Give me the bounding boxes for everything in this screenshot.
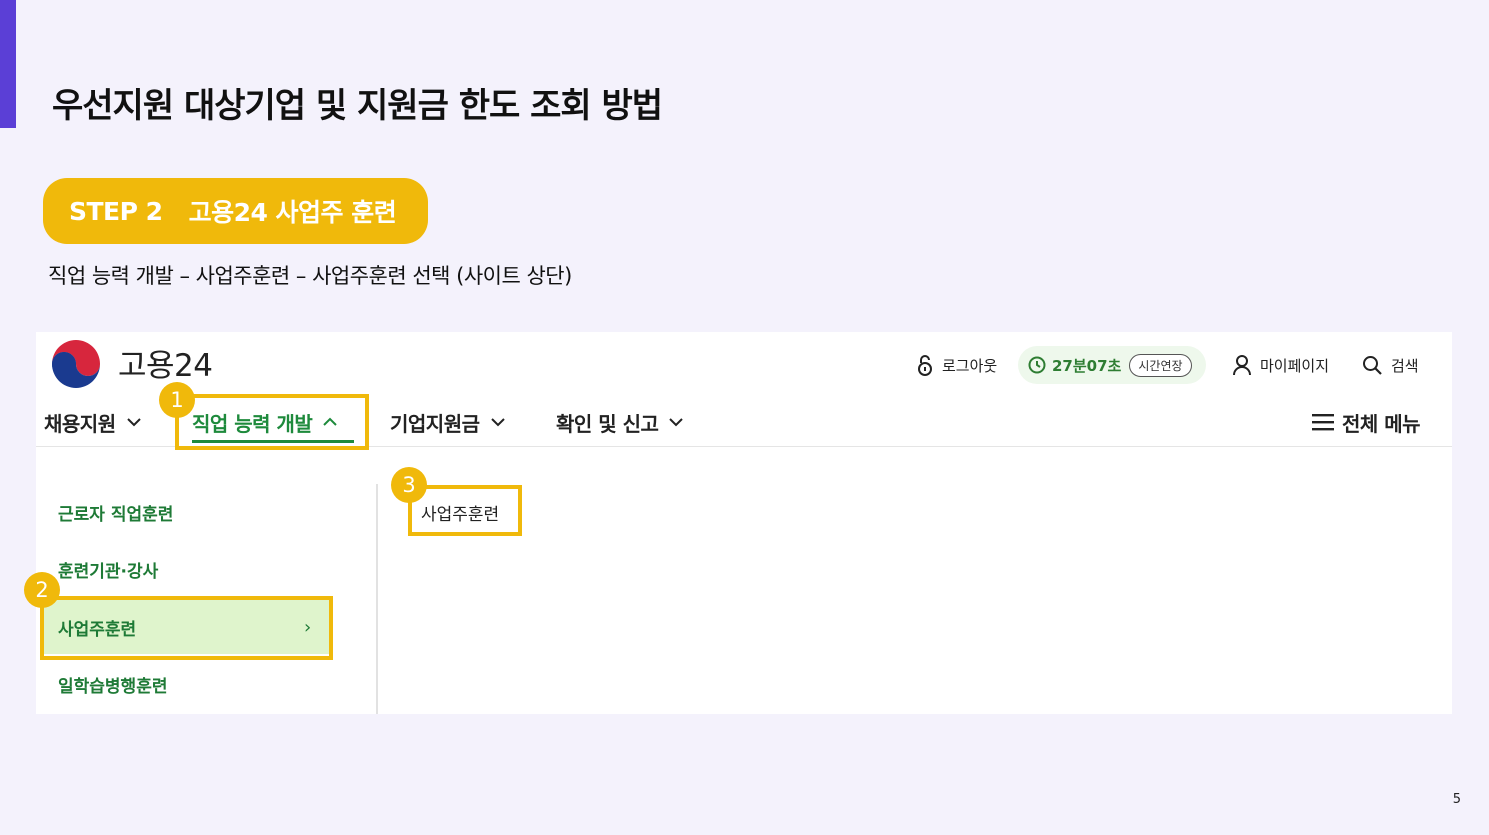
taegeuk-logo-icon <box>50 338 102 390</box>
all-menu-label: 전체 메뉴 <box>1342 411 1421 436</box>
sidebar-item-institution[interactable]: 훈련기관·강사 <box>58 557 158 582</box>
highlight-box-1 <box>175 394 369 450</box>
user-icon <box>1233 355 1251 376</box>
lock-icon <box>918 355 932 376</box>
nav-item-report[interactable]: 확인 및 신고 <box>556 404 684 440</box>
step-title: 고용24 사업주 훈련 <box>188 198 397 227</box>
page-number: 5 <box>1452 792 1461 807</box>
logout-label: 로그아웃 <box>942 356 998 375</box>
clock-icon <box>1028 356 1046 374</box>
search-icon <box>1363 355 1382 375</box>
accent-bar <box>0 0 16 128</box>
nav-label: 채용지원 <box>44 411 116 436</box>
timer-value: 27분07초 <box>1052 356 1122 375</box>
highlight-box-2 <box>40 596 333 660</box>
logout-link[interactable]: 로그아웃 <box>916 350 997 380</box>
step-label: STEP 2 <box>69 196 163 226</box>
step-pill: STEP 2 고용24 사업주 훈련 <box>43 178 428 244</box>
callout-badge-3: 3 <box>391 467 427 503</box>
chevron-down-icon <box>126 418 141 427</box>
callout-badge-1: 1 <box>159 382 195 418</box>
menu-divider <box>376 484 378 714</box>
sidebar-item-worker-training[interactable]: 근로자 직업훈련 <box>58 500 173 525</box>
nav-item-subsidy[interactable]: 기업지원금 <box>390 404 506 440</box>
chevron-down-icon <box>490 418 505 427</box>
search-link[interactable]: 검색 <box>1362 350 1419 380</box>
site-brand[interactable]: 고용24 <box>118 340 213 385</box>
sidebar-item-work-study[interactable]: 일학습병행훈련 <box>58 672 167 697</box>
website-screenshot: 고용24 로그아웃 27분07초 시간연장 마이페이지 검색 채용지원 직업 능… <box>24 332 1452 714</box>
extend-session-button[interactable]: 시간연장 <box>1129 353 1192 377</box>
slide-title: 우선지원 대상기업 및 지원금 한도 조회 방법 <box>52 86 663 126</box>
chevron-down-icon <box>669 418 684 427</box>
callout-badge-2: 2 <box>24 572 60 608</box>
nav-item-recruit[interactable]: 채용지원 <box>44 404 142 440</box>
search-label: 검색 <box>1391 356 1419 375</box>
instruction-text: 직업 능력 개발 – 사업주훈련 – 사업주훈련 선택 (사이트 상단) <box>48 264 572 288</box>
all-menu-button[interactable]: 전체 메뉴 <box>1312 404 1421 440</box>
mypage-link[interactable]: 마이페이지 <box>1232 350 1329 380</box>
nav-label: 기업지원금 <box>390 411 480 436</box>
hamburger-icon <box>1312 414 1334 431</box>
session-timer: 27분07초 시간연장 <box>1018 346 1206 384</box>
nav-label: 확인 및 신고 <box>556 411 659 436</box>
mypage-label: 마이페이지 <box>1260 356 1330 375</box>
